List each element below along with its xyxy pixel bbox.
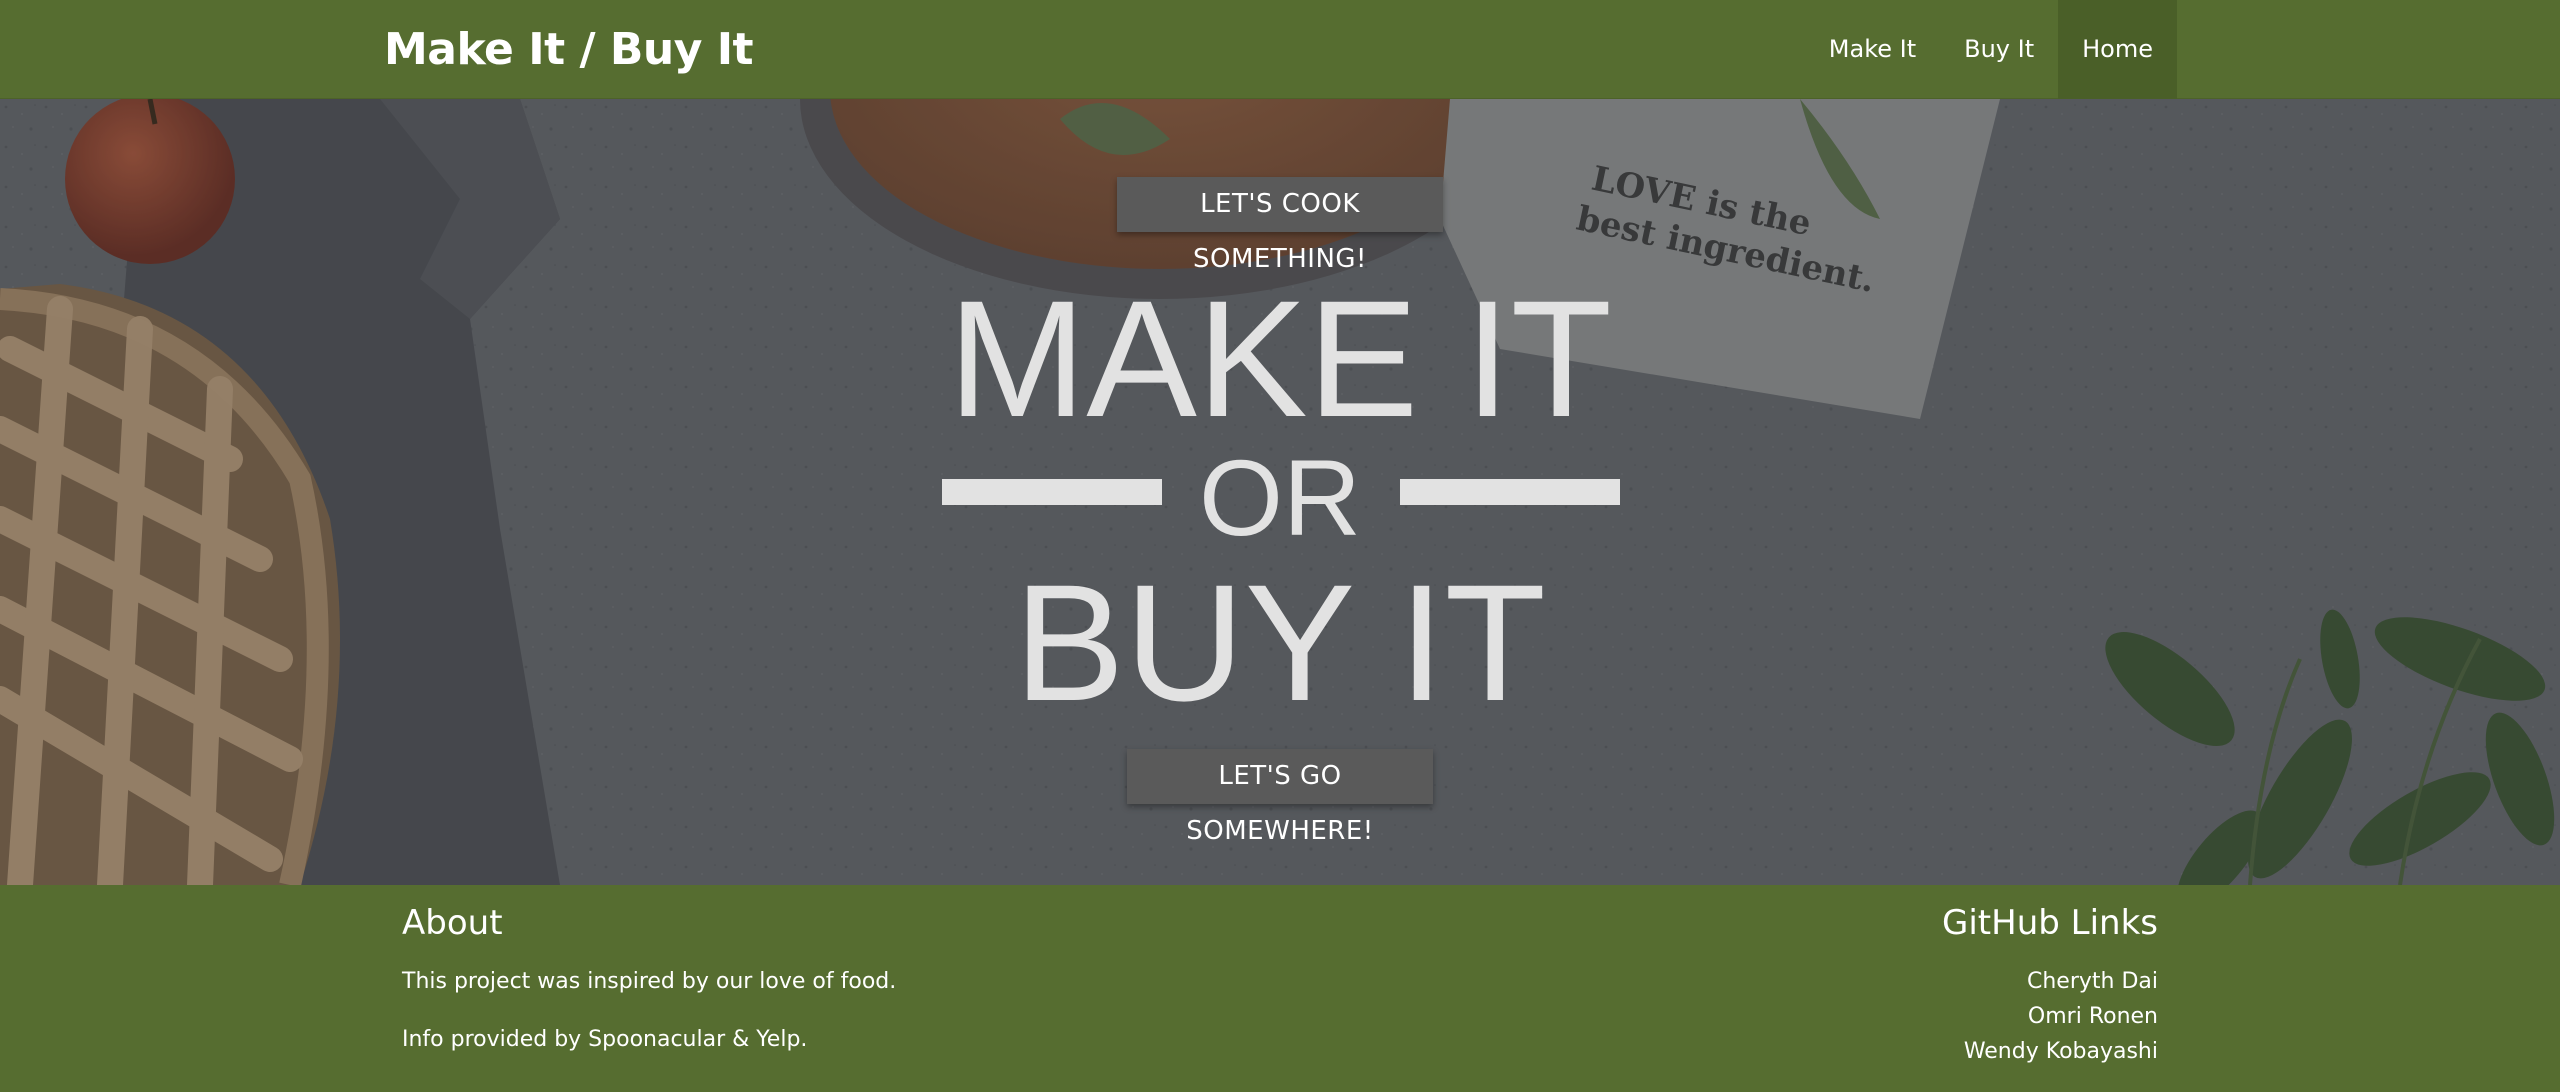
page-footer: About This project was inspired by our l… [0, 885, 2560, 1092]
hero-section: LOVE is the best ingredient. LET'S COOK … [0, 99, 2560, 885]
about-text-1: This project was inspired by our love of… [402, 969, 897, 994]
github-link-cheryth-dai[interactable]: Cheryth Dai [2027, 969, 2158, 994]
github-link-wendy-kobayashi[interactable]: Wendy Kobayashi [1964, 1039, 2158, 1064]
about-heading: About [402, 903, 503, 943]
lets-go-button[interactable]: LET'S GO SOMEWHERE! [1127, 749, 1433, 846]
title-divider-right [1400, 479, 1620, 505]
github-heading: GitHub Links [1942, 903, 2158, 943]
brand-logo-link[interactable]: Make It / Buy It [384, 0, 754, 99]
nav-link-home[interactable]: Home [2058, 0, 2177, 99]
nav-link-make-it[interactable]: Make It [1805, 0, 1940, 99]
github-link-omri-ronen[interactable]: Omri Ronen [2028, 1004, 2158, 1029]
top-navbar: Make It / Buy It Make It Buy It Home [0, 0, 2560, 99]
hero-title-buy-it: BUY IT [1014, 551, 1546, 736]
hero-title-make-it: MAKE IT [947, 267, 1613, 452]
nav-links: Make It Buy It Home [1805, 0, 2177, 99]
hero-title-or: OR [1199, 437, 1361, 558]
lets-cook-button[interactable]: LET'S COOK SOMETHING! [1117, 177, 1443, 274]
nav-link-buy-it[interactable]: Buy It [1940, 0, 2058, 99]
about-text-2: Info provided by Spoonacular & Yelp. [402, 1027, 808, 1052]
